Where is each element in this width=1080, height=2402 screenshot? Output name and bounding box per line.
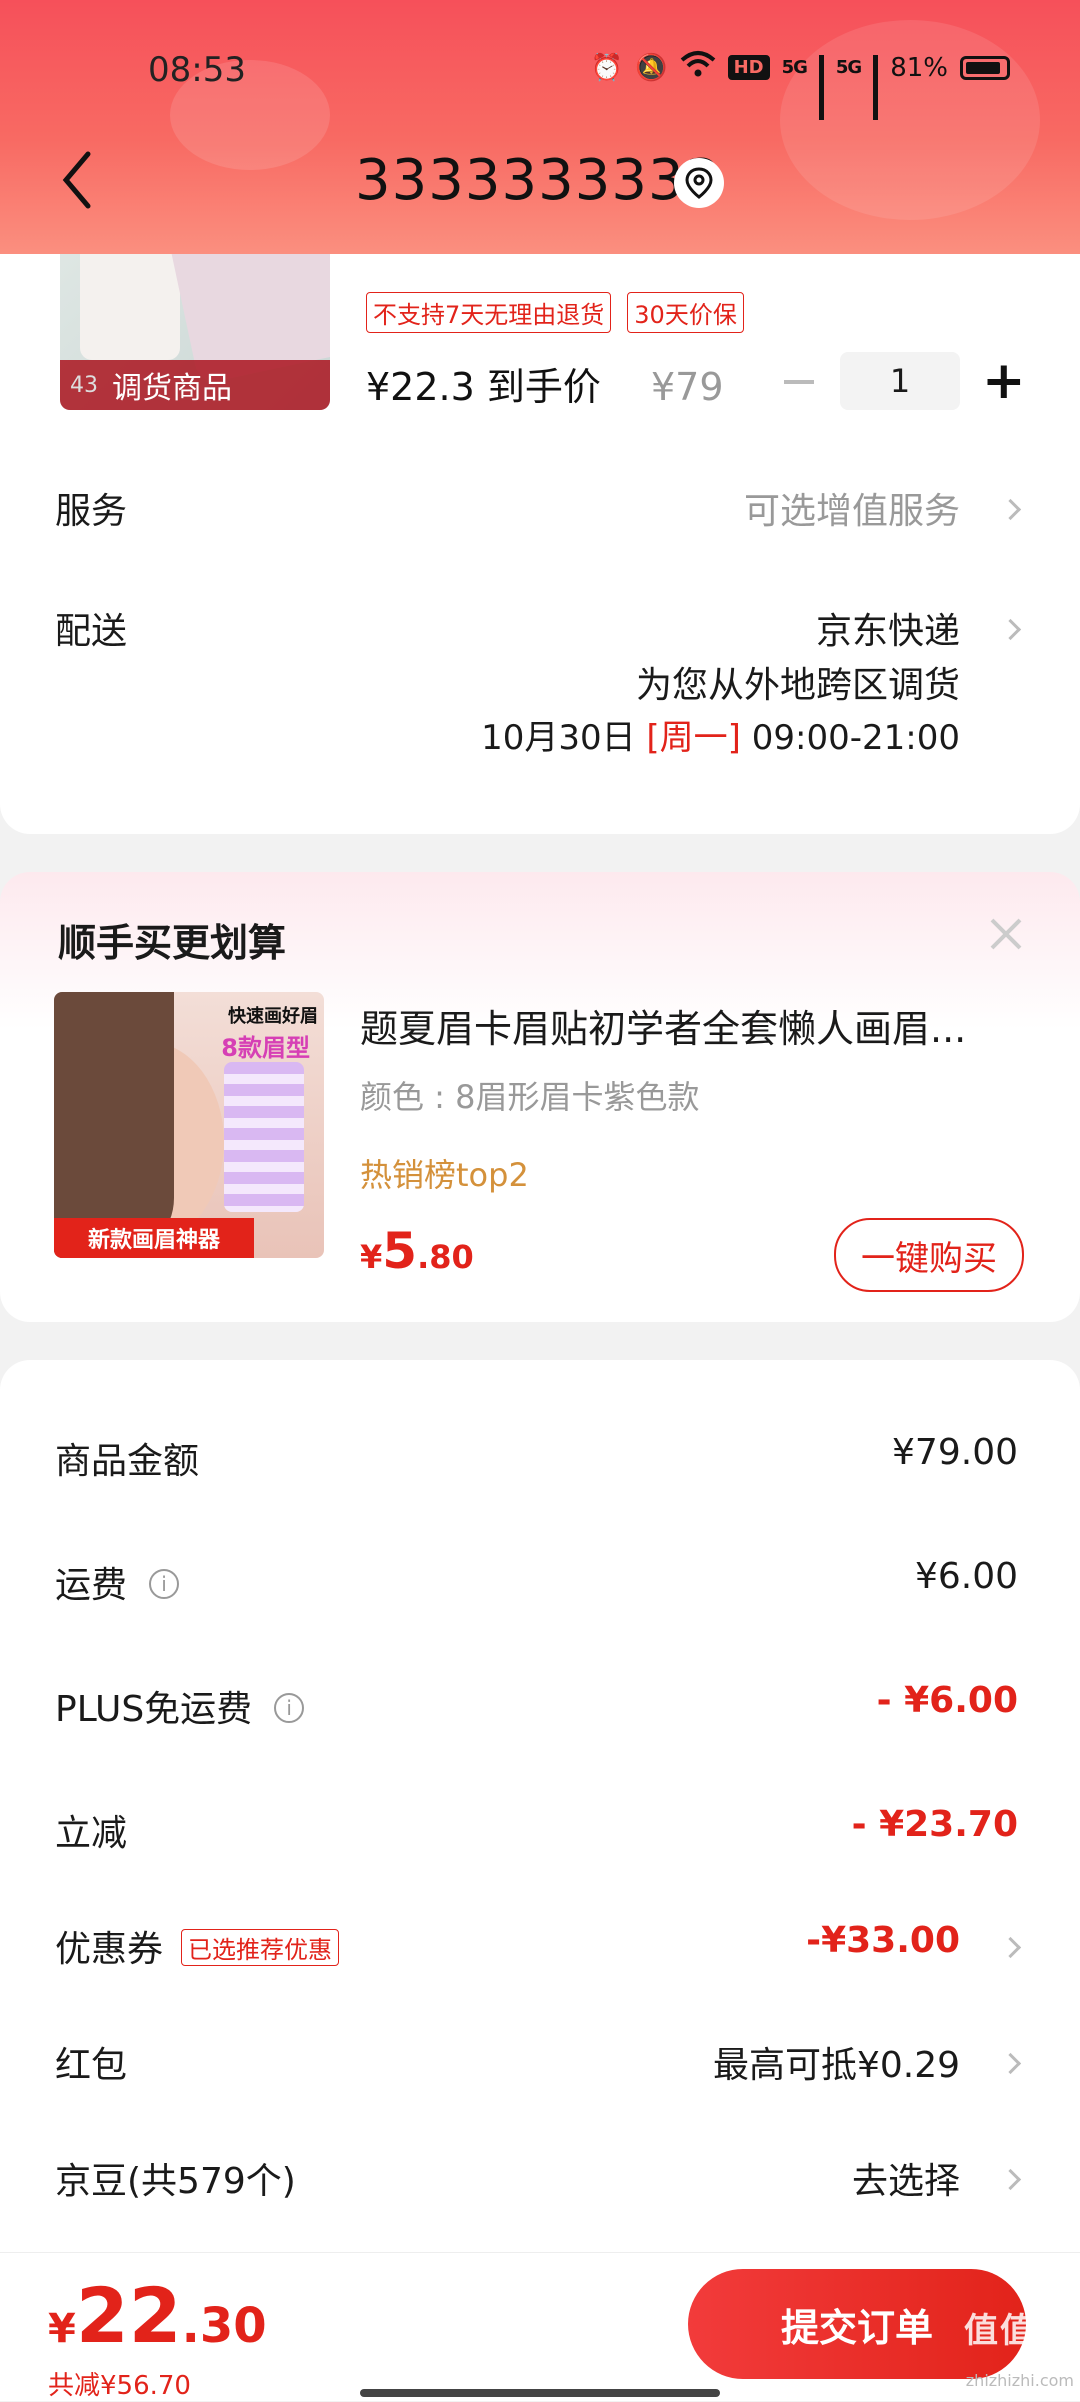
order-item-card: 43 调货商品 不支持7天无理由退货 30天价保 ¥22.3 到手价 ¥79 1… (0, 240, 1080, 834)
upsell-image-text: 快速画好眉 (228, 1006, 318, 1027)
shipping-value: ¥6.00 (914, 1556, 1018, 1597)
product-image-tag-text: 调货商品 (112, 371, 232, 406)
upsell-card: 顺手买更划算 快速画好眉 8款眉型 新款画眉神器 题夏眉卡眉贴初学者全套懒人画眉… (0, 872, 1080, 1322)
product-image-tag: 43 调货商品 (60, 360, 330, 410)
shipping-row: 运费 i (55, 1556, 180, 1608)
total-price: ¥22.30 (48, 2271, 267, 2360)
red-packet-value[interactable]: 最高可抵¥0.29 (713, 2036, 960, 2088)
total-decimal: .30 (181, 2298, 267, 2354)
red-packet-label: 红包 (55, 2045, 128, 2086)
upsell-image-part (224, 1062, 304, 1212)
battery-percent: 81% (890, 52, 948, 83)
chevron-right-icon[interactable] (999, 2168, 1022, 2191)
upsell-product-color: 颜色 : 8眉形眉卡紫色款 (360, 1078, 700, 1116)
product-image[interactable]: 43 调货商品 (60, 240, 330, 410)
delivery-carrier[interactable]: 京东快递 (816, 602, 960, 654)
upsell-image-text: 8款眉型 (221, 1034, 310, 1062)
chevron-right-icon[interactable] (999, 498, 1022, 521)
no-return-label: 不支持7天无理由退货 (366, 292, 612, 333)
instant-discount-value: - ¥23.70 (851, 1804, 1018, 1845)
coupon-value[interactable]: -¥33.00 (806, 1920, 960, 1961)
plus-free-shipping-value: - ¥6.00 (876, 1680, 1018, 1721)
upsell-title: 顺手买更划算 (58, 921, 287, 965)
delivery-window: 09:00-21:00 (751, 718, 960, 758)
coupon-recommended-tag: 已选推荐优惠 (181, 1928, 340, 1966)
upsell-price-currency: ¥ (360, 1238, 383, 1276)
product-price-suffix: 到手价 (486, 365, 601, 409)
quantity-input[interactable]: 1 (840, 352, 960, 410)
delivery-date: 10月30日 (481, 718, 636, 758)
total-integer: 22 (75, 2271, 182, 2360)
upsell-product-name[interactable]: 题夏眉卡眉贴初学者全套懒人画眉... (360, 998, 1020, 1053)
plus-free-shipping-label: PLUS免运费 (55, 1689, 253, 1730)
chevron-right-icon[interactable] (999, 1936, 1022, 1959)
battery-icon (960, 55, 1010, 80)
status-time: 08:53 (148, 50, 246, 90)
coupon-label: 优惠券 (55, 1929, 164, 1970)
home-indicator[interactable] (360, 2389, 720, 2397)
increase-quantity-button[interactable]: + (982, 352, 1026, 410)
close-icon[interactable] (986, 914, 1026, 954)
decrease-quantity-button[interactable] (784, 380, 814, 384)
upsell-image-banner: 新款画眉神器 (54, 1218, 254, 1258)
delivery-weekday: [周一] (646, 718, 741, 758)
price-protect-label: 30天价保 (627, 292, 744, 333)
goods-amount-label: 商品金额 (55, 1441, 200, 1482)
product-price: ¥22.3 (366, 365, 475, 409)
price-summary-card: 商品金额 ¥79.00 运费 i ¥6.00 PLUS免运费 i - ¥6.00 立… (0, 1360, 1080, 2260)
instant-discount-label: 立减 (55, 1813, 128, 1854)
chevron-right-icon[interactable] (999, 2052, 1022, 2075)
watermark-url: zhizhizhi.com (965, 2371, 1074, 2390)
service-value[interactable]: 可选增值服务 (744, 482, 960, 534)
back-icon[interactable] (58, 148, 98, 212)
location-icon[interactable] (674, 158, 724, 208)
jd-beans-label: 京豆(共579个) (55, 2161, 296, 2202)
upsell-price: ¥5.80 (360, 1222, 474, 1280)
signal-icon (818, 54, 824, 120)
shipping-label: 运费 (55, 1565, 128, 1606)
chevron-right-icon[interactable] (999, 618, 1022, 641)
jd-beans-value[interactable]: 去选择 (852, 2152, 960, 2204)
info-icon[interactable]: i (274, 1693, 305, 1723)
upsell-product-image[interactable]: 快速画好眉 8款眉型 新款画眉神器 (54, 992, 324, 1258)
info-icon[interactable]: i (149, 1569, 180, 1599)
mute-bell-icon: 🔕 (635, 52, 668, 83)
goods-amount-value: ¥79.00 (892, 1432, 1018, 1473)
wifi-icon (680, 50, 716, 85)
alarm-icon: ⏰ (590, 52, 624, 83)
delivery-time: 10月30日 [周一] 09:00-21:00 (481, 710, 960, 759)
service-label: 服务 (55, 491, 128, 532)
plus-free-shipping-row: PLUS免运费 i (55, 1680, 305, 1732)
upsell-price-decimal: .80 (417, 1238, 474, 1276)
delivery-note: 为您从外地跨区调货 (635, 665, 960, 706)
signal-icon (873, 54, 879, 120)
network-label: 5G (835, 57, 862, 78)
product-image-part (80, 240, 180, 360)
total-saved: 共减¥56.70 (48, 2371, 191, 2401)
product-labels: 不支持7天无理由退货 30天价保 (366, 292, 744, 333)
header: 08:53 ⏰ 🔕 HD 5G 5G 81% 3333333333 (0, 0, 1080, 254)
network-label: 5G (781, 57, 808, 78)
delivery-label: 配送 (55, 611, 128, 652)
product-price-row: ¥22.3 到手价 ¥79 (366, 356, 724, 411)
total-currency: ¥ (48, 2306, 76, 2352)
upsell-price-integer: 5 (382, 1222, 418, 1280)
hd-icon: HD (727, 55, 770, 80)
status-icons: ⏰ 🔕 HD 5G 5G 81% (590, 50, 1010, 120)
coupon-row[interactable]: 优惠券 已选推荐优惠 (55, 1920, 340, 1972)
product-image-number: 43 (70, 372, 98, 398)
page-title: 3333333333 (355, 148, 722, 213)
one-click-buy-button[interactable]: 一键购买 (834, 1218, 1024, 1292)
checkout-bar: ¥22.30 共减¥56.70 提交订单 值值值 zhizhizhi.com (0, 2252, 1080, 2401)
watermark-logo: 值值值 (964, 2311, 1072, 2351)
upsell-hot-rank: 热销榜top2 (360, 1156, 529, 1194)
product-original-price: ¥79 (651, 365, 724, 409)
